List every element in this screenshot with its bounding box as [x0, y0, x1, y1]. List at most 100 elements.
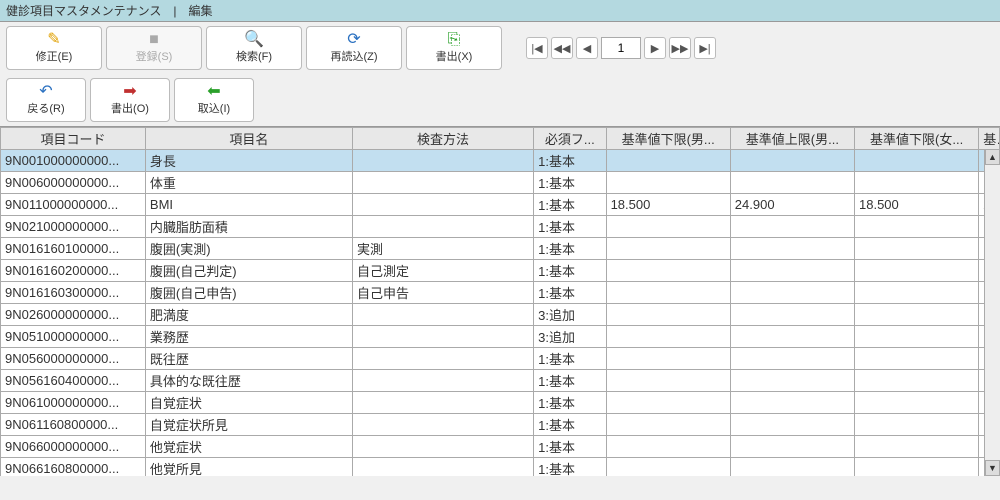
table-cell[interactable]: [606, 392, 730, 414]
pager-last-button[interactable]: ▶|: [694, 37, 716, 59]
scroll-up-icon[interactable]: ▲: [985, 149, 1000, 165]
reload-button[interactable]: ⟳ 再読込(Z): [306, 26, 402, 70]
table-cell[interactable]: 1:基本: [534, 260, 606, 282]
table-cell[interactable]: 9N021000000000...: [1, 216, 146, 238]
table-cell[interactable]: [606, 414, 730, 436]
pager-page-input[interactable]: [601, 37, 641, 59]
table-cell[interactable]: [606, 172, 730, 194]
import-button[interactable]: ⬅ 取込(I): [174, 78, 254, 122]
table-cell[interactable]: [606, 458, 730, 477]
table-cell[interactable]: [352, 414, 533, 436]
table-row[interactable]: 9N011000000000...BMI1:基本18.50024.90018.5…: [1, 194, 1000, 216]
table-cell[interactable]: [352, 370, 533, 392]
table-cell[interactable]: [855, 458, 979, 477]
table-cell[interactable]: [730, 282, 854, 304]
table-cell[interactable]: 1:基本: [534, 392, 606, 414]
pager-prev-button[interactable]: ◀: [576, 37, 598, 59]
table-cell[interactable]: [855, 216, 979, 238]
table-cell[interactable]: 9N051000000000...: [1, 326, 146, 348]
column-header[interactable]: 基: [979, 128, 1000, 150]
table-cell[interactable]: 1:基本: [534, 238, 606, 260]
table-cell[interactable]: [855, 436, 979, 458]
table-cell[interactable]: [352, 348, 533, 370]
table-cell[interactable]: [855, 150, 979, 172]
table-cell[interactable]: [606, 370, 730, 392]
table-cell[interactable]: [606, 238, 730, 260]
table-cell[interactable]: [352, 458, 533, 477]
table-row[interactable]: 9N066000000000...他覚症状1:基本: [1, 436, 1000, 458]
scroll-down-icon[interactable]: ▼: [985, 460, 1000, 476]
data-grid[interactable]: 項目コード項目名検査方法必須フ...基準値下限(男...基準値上限(男...基準…: [0, 126, 1000, 476]
table-cell[interactable]: 腹囲(自己判定): [145, 260, 352, 282]
table-cell[interactable]: [352, 436, 533, 458]
table-cell[interactable]: 自己申告: [352, 282, 533, 304]
pager-next-button[interactable]: ▶: [644, 37, 666, 59]
table-cell[interactable]: [855, 326, 979, 348]
table-cell[interactable]: [606, 304, 730, 326]
table-cell[interactable]: 1:基本: [534, 436, 606, 458]
table-cell[interactable]: 1:基本: [534, 458, 606, 477]
table-cell[interactable]: [730, 436, 854, 458]
table-cell[interactable]: 9N056000000000...: [1, 348, 146, 370]
table-cell[interactable]: [352, 326, 533, 348]
table-cell[interactable]: 体重: [145, 172, 352, 194]
table-cell[interactable]: 1:基本: [534, 194, 606, 216]
table-cell[interactable]: [730, 392, 854, 414]
table-cell[interactable]: 1:基本: [534, 150, 606, 172]
table-row[interactable]: 9N016160200000...腹囲(自己判定)自己測定1:基本: [1, 260, 1000, 282]
table-cell[interactable]: 他覚症状: [145, 436, 352, 458]
edit-button[interactable]: ✎ 修正(E): [6, 26, 102, 70]
column-header[interactable]: 基準値下限(女...: [855, 128, 979, 150]
table-cell[interactable]: 自覚症状: [145, 392, 352, 414]
table-cell[interactable]: [352, 304, 533, 326]
table-cell[interactable]: 3:追加: [534, 326, 606, 348]
table-cell[interactable]: [855, 238, 979, 260]
table-cell[interactable]: [855, 392, 979, 414]
table-cell[interactable]: 9N061160800000...: [1, 414, 146, 436]
table-cell[interactable]: 9N026000000000...: [1, 304, 146, 326]
table-cell[interactable]: [606, 260, 730, 282]
table-cell[interactable]: [730, 150, 854, 172]
column-header[interactable]: 基準値下限(男...: [606, 128, 730, 150]
table-cell[interactable]: 既往歴: [145, 348, 352, 370]
table-cell[interactable]: 9N011000000000...: [1, 194, 146, 216]
table-row[interactable]: 9N021000000000...内臓脂肪面積1:基本: [1, 216, 1000, 238]
table-cell[interactable]: 9N061000000000...: [1, 392, 146, 414]
table-cell[interactable]: [855, 414, 979, 436]
table-cell[interactable]: 1:基本: [534, 172, 606, 194]
table-row[interactable]: 9N066160800000...他覚所見1:基本: [1, 458, 1000, 477]
back-button[interactable]: ↶ 戻る(R): [6, 78, 86, 122]
table-row[interactable]: 9N061000000000...自覚症状 1:基本: [1, 392, 1000, 414]
column-header[interactable]: 項目名: [145, 128, 352, 150]
table-cell[interactable]: 1:基本: [534, 282, 606, 304]
table-row[interactable]: 9N016160300000...腹囲(自己申告)自己申告1:基本: [1, 282, 1000, 304]
table-cell[interactable]: 腹囲(自己申告): [145, 282, 352, 304]
table-cell[interactable]: [730, 238, 854, 260]
table-cell[interactable]: 9N001000000000...: [1, 150, 146, 172]
table-cell[interactable]: [855, 172, 979, 194]
table-cell[interactable]: [606, 150, 730, 172]
table-cell[interactable]: [352, 172, 533, 194]
table-cell[interactable]: [855, 260, 979, 282]
table-cell[interactable]: [730, 370, 854, 392]
table-cell[interactable]: [352, 216, 533, 238]
table-cell[interactable]: 肥満度: [145, 304, 352, 326]
table-row[interactable]: 9N016160100000...腹囲(実測)実測1:基本: [1, 238, 1000, 260]
table-cell[interactable]: 9N016160100000...: [1, 238, 146, 260]
column-header[interactable]: 検査方法: [352, 128, 533, 150]
table-cell[interactable]: BMI: [145, 194, 352, 216]
table-cell[interactable]: [606, 348, 730, 370]
table-cell[interactable]: 具体的な既往歴: [145, 370, 352, 392]
table-cell[interactable]: 18.500: [606, 194, 730, 216]
table-cell[interactable]: 9N066160800000...: [1, 458, 146, 477]
table-row[interactable]: 9N026000000000...肥満度3:追加: [1, 304, 1000, 326]
table-cell[interactable]: [606, 326, 730, 348]
vertical-scrollbar[interactable]: ▲ ▼: [984, 149, 1000, 476]
table-cell[interactable]: [352, 392, 533, 414]
table-row[interactable]: 9N056000000000...既往歴1:基本: [1, 348, 1000, 370]
column-header[interactable]: 項目コード: [1, 128, 146, 150]
table-cell[interactable]: 18.500: [855, 194, 979, 216]
table-cell[interactable]: 9N056160400000...: [1, 370, 146, 392]
table-cell[interactable]: [730, 304, 854, 326]
table-cell[interactable]: [730, 414, 854, 436]
